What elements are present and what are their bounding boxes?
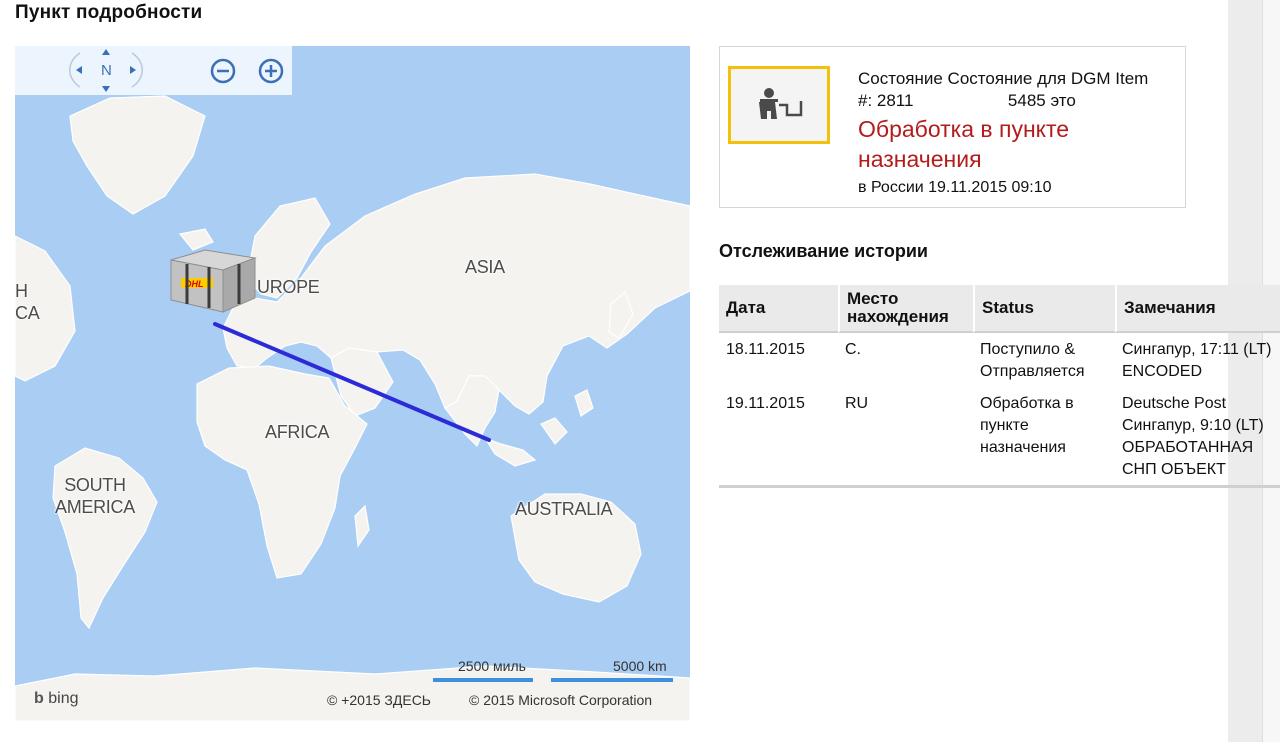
status-subline: в России 19.11.2015 09:10: [858, 179, 1052, 196]
status-card: Состояние Состояние для DGM Item #: 2811…: [719, 46, 1186, 208]
map-land: [15, 95, 690, 721]
history-title: Отслеживание истории: [719, 241, 928, 261]
cell-remarks: Сингапур, 17:11 (LT) ENCODED: [1122, 341, 1272, 380]
map-label-south-america: SOUTH AMERICA: [55, 474, 135, 518]
scale-miles-bar: [433, 678, 533, 682]
cell-remarks: Deutsche Post Сингапур, 9:10 (LT) ОБРАБО…: [1115, 387, 1280, 488]
bing-b-icon: b: [34, 690, 44, 707]
scale-miles-label: 2500 миль: [458, 658, 526, 674]
map-label-north-america-fragment-1: H: [15, 281, 28, 301]
cell-status: Поступило & Отправляется: [980, 341, 1085, 380]
table-row: 18.11.2015 C. Поступило & Отправляется С…: [719, 333, 1280, 387]
scale-km-label: 5000 km: [613, 658, 667, 674]
scale-km-bar: [551, 678, 673, 682]
cell-date: 18.11.2015: [726, 341, 805, 358]
map-label-africa: AFRICA: [265, 422, 330, 442]
column-header-status: Status: [973, 285, 1115, 333]
bing-logo: b bing: [34, 690, 78, 708]
compass-north-label[interactable]: N: [101, 62, 112, 79]
page-title: Пункт подробности: [15, 2, 203, 23]
cell-location: RU: [838, 387, 973, 488]
column-header-location: Место нахождения: [838, 285, 973, 333]
copyright-microsoft[interactable]: © 2015 Microsoft Corporation: [469, 692, 652, 708]
map-label-south-america-line2: AMERICA: [55, 497, 135, 517]
status-icon-frame: [728, 66, 830, 144]
status-text-block: Состояние Состояние для DGM Item #: 2811…: [858, 68, 1183, 199]
map-label-north-america-fragment-2: CA: [15, 303, 40, 323]
copyright-here: © +2015 ЗДЕСЬ: [327, 692, 431, 708]
map-label-europe: UROPE: [257, 277, 320, 297]
status-line-1: Состояние Состояние для DGM Item: [858, 69, 1149, 88]
map-label-australia: AUSTRALIA: [515, 499, 613, 519]
status-headline: Обработка в пункте назначения: [858, 116, 1070, 172]
status-line-2: #: 2811 5485 это: [858, 91, 1076, 110]
map-controls: N: [15, 46, 292, 95]
history-header-row: Дата Место нахождения Status Замечания: [719, 285, 1280, 333]
column-header-remarks: Замечания: [1115, 285, 1280, 333]
cell-date: 19.11.2015: [719, 387, 838, 488]
map-label-south-america-line1: SOUTH: [64, 475, 126, 495]
bing-logo-text: bing: [48, 690, 79, 707]
courier-desk-icon: [759, 88, 803, 119]
zoom-out-icon[interactable]: [208, 56, 238, 86]
map-label-asia: ASIA: [465, 257, 505, 277]
column-header-date: Дата: [719, 285, 838, 333]
cell-status: Обработка в пункте назначения: [973, 387, 1115, 488]
zoom-in-icon[interactable]: [256, 56, 286, 86]
tracking-map[interactable]: DHL UROPE ASIA AFRICA SOUTH AMERICA AUST…: [15, 46, 690, 721]
cell-location: C.: [845, 341, 861, 358]
table-row: 19.11.2015 RU Обработка в пункте назначе…: [719, 387, 1280, 488]
dhl-parcel-icon[interactable]: DHL: [165, 246, 261, 316]
history-table: Дата Место нахождения Status Замечания 1…: [719, 285, 1280, 488]
